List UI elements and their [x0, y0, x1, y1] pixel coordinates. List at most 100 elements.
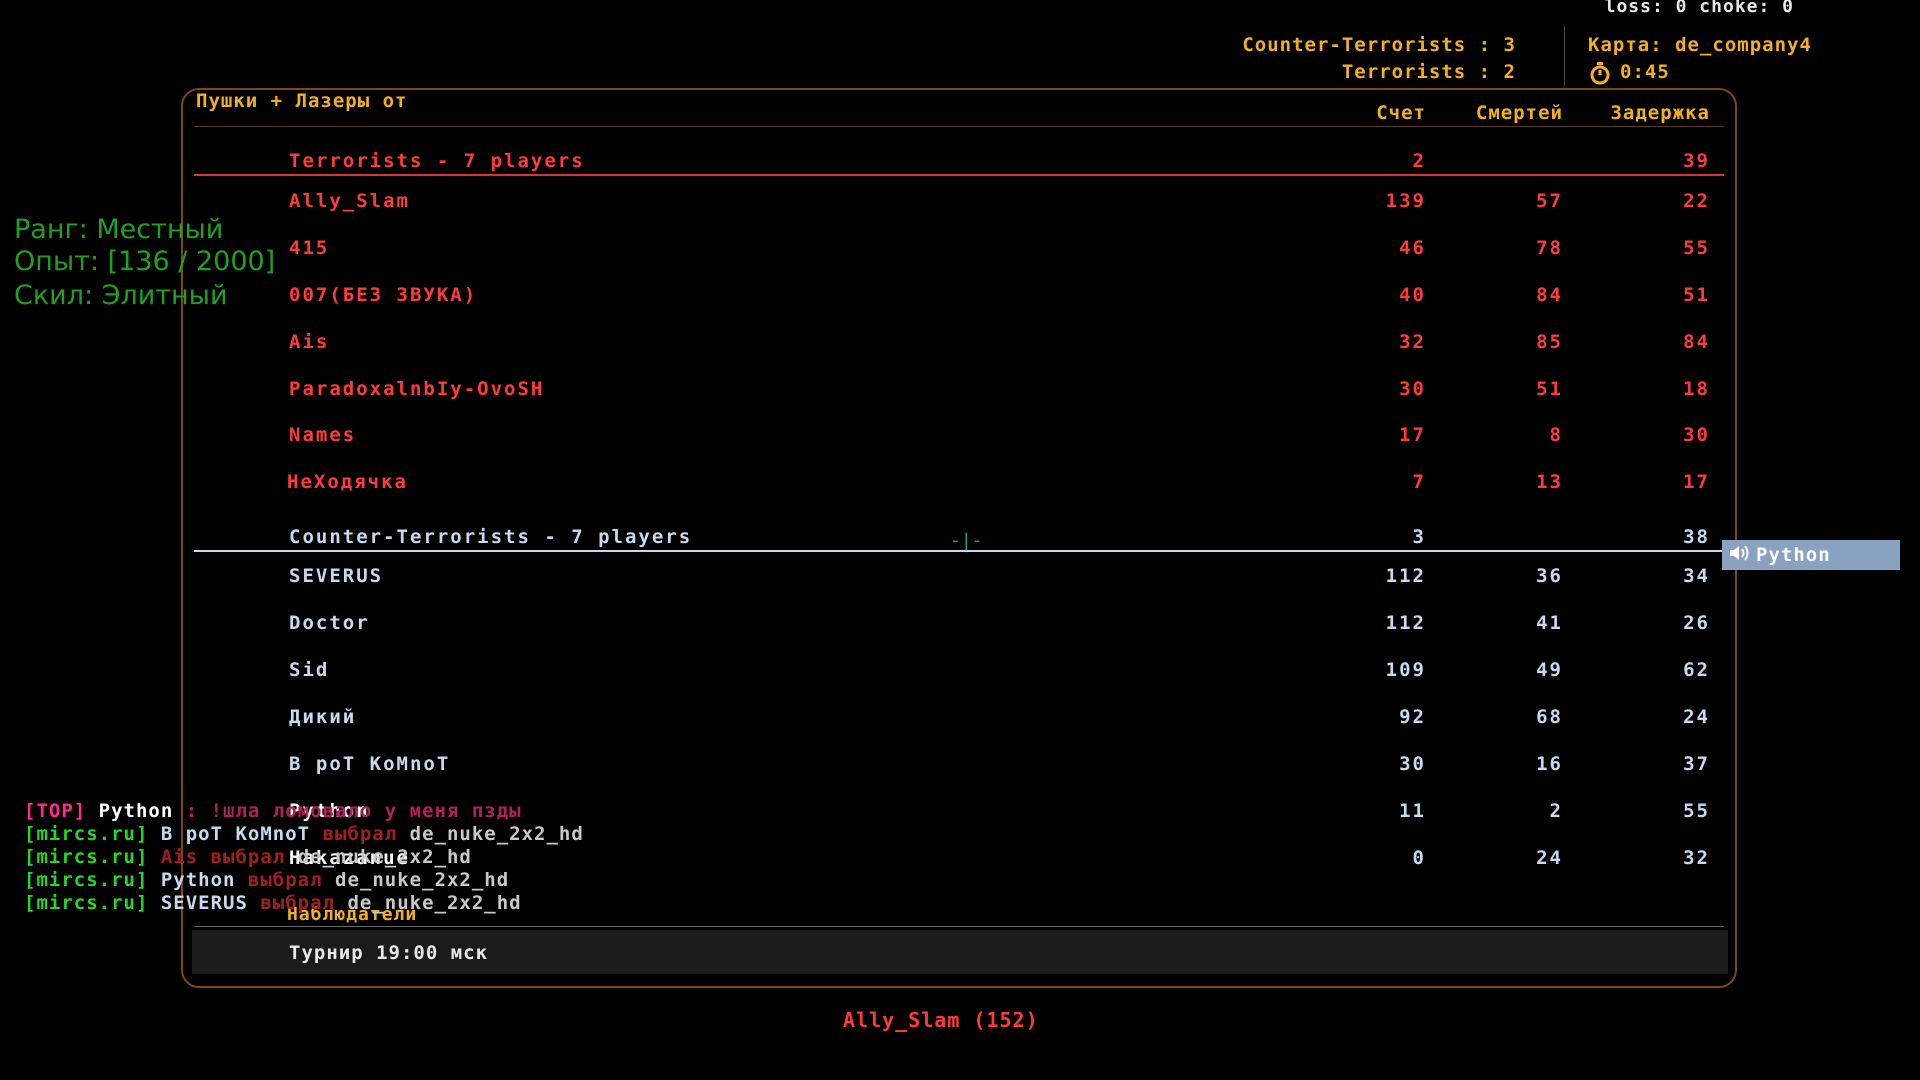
- player-name: Doctor: [289, 612, 370, 634]
- chat-tag: [mircs.ru]: [24, 846, 149, 868]
- stopwatch-icon: [1588, 61, 1612, 85]
- chat-tag: [TOP]: [24, 800, 87, 822]
- player-name: B poT KoMnoT: [289, 753, 451, 775]
- chat-name: B poT KoMnoT: [160, 823, 311, 845]
- voice-player-name: Python: [1756, 544, 1831, 566]
- team-title: Terrorists - 7 players: [289, 150, 585, 172]
- net-stats: loss: 0 choke: 0: [1604, 0, 1794, 17]
- player-row[interactable]: Names 17 8 30: [0, 424, 1920, 454]
- player-deaths: 49: [1536, 659, 1563, 681]
- player-score: 139: [1385, 190, 1426, 212]
- chat-line: [TOP] Python : !шла ломовало у меня пзды: [24, 800, 522, 822]
- player-ping: 32: [1683, 847, 1710, 869]
- crosshair-icon: -|-: [950, 530, 983, 551]
- player-row[interactable]: НеХодячка 7 13 17: [0, 471, 1920, 501]
- chat-tag: [mircs.ru]: [24, 869, 149, 891]
- team-scores: Counter-Terrorists : 3 Terrorists : 2: [1242, 32, 1516, 86]
- player-ping: 62: [1683, 659, 1710, 681]
- exp-label: Опыт: [136 / 2000]: [14, 246, 276, 277]
- player-deaths: 13: [1536, 471, 1563, 493]
- player-ping: 18: [1683, 378, 1710, 400]
- player-row[interactable]: Дикий 92 68 24: [0, 706, 1920, 736]
- chat-text: выбрал: [310, 823, 410, 845]
- header-deaths: Смертей: [1475, 102, 1563, 124]
- player-deaths: 84: [1536, 284, 1563, 306]
- player-deaths: 41: [1536, 612, 1563, 634]
- chat-name: Python: [160, 869, 236, 891]
- player-name: Sid: [289, 659, 330, 681]
- player-ping: 34: [1683, 565, 1710, 587]
- player-deaths: 68: [1536, 706, 1563, 728]
- chat-map: de_nuke_2x2_hd: [409, 823, 584, 845]
- player-name: Ally_Slam: [289, 190, 410, 212]
- player-score: 40: [1399, 284, 1426, 306]
- chat-text: выбрал: [235, 869, 335, 891]
- player-ping: 26: [1683, 612, 1710, 634]
- player-row[interactable]: Ais 32 85 84: [0, 331, 1920, 361]
- player-ping: 55: [1683, 800, 1710, 822]
- timer-value: 0:45: [1620, 61, 1670, 83]
- player-deaths: 51: [1536, 378, 1563, 400]
- team-ping: 39: [1683, 150, 1710, 172]
- header-score: Счет: [1376, 102, 1426, 124]
- server-title: Пушки + Лазеры от: [196, 90, 408, 112]
- hud-divider: [1564, 26, 1565, 86]
- chat-name: Ais: [160, 846, 199, 868]
- spectators-divider: [194, 926, 1724, 927]
- player-name: Дикий: [289, 706, 357, 728]
- player-row[interactable]: B poT KoMnoT 30 16 37: [0, 753, 1920, 783]
- player-deaths: 36: [1536, 565, 1563, 587]
- player-deaths: 85: [1536, 331, 1563, 353]
- rank-label: Ранг: Местный: [14, 214, 224, 245]
- chat-map: de_nuke_2x2_hd: [347, 892, 522, 914]
- player-name: 415: [289, 237, 330, 259]
- chat-tag: [mircs.ru]: [24, 892, 149, 914]
- chat-line: [mircs.ru] Python выбрал de_nuke_2x2_hd: [24, 869, 509, 891]
- player-score: 17: [1399, 424, 1426, 446]
- team-title: Counter-Terrorists - 7 players: [289, 526, 693, 548]
- player-deaths: 8: [1549, 424, 1563, 446]
- ct-team-score: Counter-Terrorists : 3: [1242, 34, 1516, 56]
- player-ping: 24: [1683, 706, 1710, 728]
- player-row[interactable]: Ally_Slam 139 57 22: [0, 190, 1920, 220]
- player-row[interactable]: ParadoxalnbIy-OvoSH 30 51 18: [0, 378, 1920, 408]
- t-team-score: Terrorists : 2: [1341, 61, 1516, 83]
- chat-name: SEVERUS: [160, 892, 248, 914]
- player-row[interactable]: Sid 109 49 62: [0, 659, 1920, 689]
- player-score: 32: [1399, 331, 1426, 353]
- map-info: Карта: de_company4 0:45: [1588, 32, 1812, 93]
- player-row[interactable]: 007(БЕЗ ЗВУКА) 40 84 51: [0, 284, 1920, 314]
- player-score: 11: [1399, 800, 1426, 822]
- chat-name: Python: [98, 800, 174, 822]
- player-row[interactable]: 415 46 78 55: [0, 237, 1920, 267]
- player-name: Names: [289, 424, 357, 446]
- player-score: 30: [1399, 753, 1426, 775]
- round-timer: 0:45: [1588, 59, 1670, 86]
- player-score: 30: [1399, 378, 1426, 400]
- team-ping: 38: [1683, 526, 1710, 548]
- player-deaths: 57: [1536, 190, 1563, 212]
- player-score: 46: [1399, 237, 1426, 259]
- voice-indicator: Python: [1722, 540, 1900, 570]
- header-ping: Задержка: [1610, 102, 1710, 124]
- chat-map: de_nuke_2x2_hd: [297, 846, 472, 868]
- chat-tag: [mircs.ru]: [24, 823, 149, 845]
- player-ping: 22: [1683, 190, 1710, 212]
- player-name: НеХодячка: [287, 471, 408, 493]
- player-ping: 84: [1683, 331, 1710, 353]
- chat-text: : !шла ломовало у меня пзды: [173, 800, 522, 822]
- team-score: 3: [1412, 526, 1426, 548]
- player-deaths: 78: [1536, 237, 1563, 259]
- map-name: Карта: de_company4: [1588, 34, 1812, 56]
- chat-text: выбрал: [247, 892, 348, 914]
- game-screen: loss: 0 choke: 0 Counter-Terrorists : 3 …: [0, 0, 1920, 1080]
- player-ping: 17: [1683, 471, 1710, 493]
- player-score: 0: [1412, 847, 1426, 869]
- player-row[interactable]: Doctor 112 41 26: [0, 612, 1920, 642]
- player-name: Ais: [289, 331, 330, 353]
- terrorists-divider: [194, 174, 1724, 176]
- player-ping: 55: [1683, 237, 1710, 259]
- skill-label: Скил: Элитный: [14, 280, 228, 311]
- player-row[interactable]: SEVERUS 112 36 34: [0, 565, 1920, 595]
- player-score: 109: [1385, 659, 1426, 681]
